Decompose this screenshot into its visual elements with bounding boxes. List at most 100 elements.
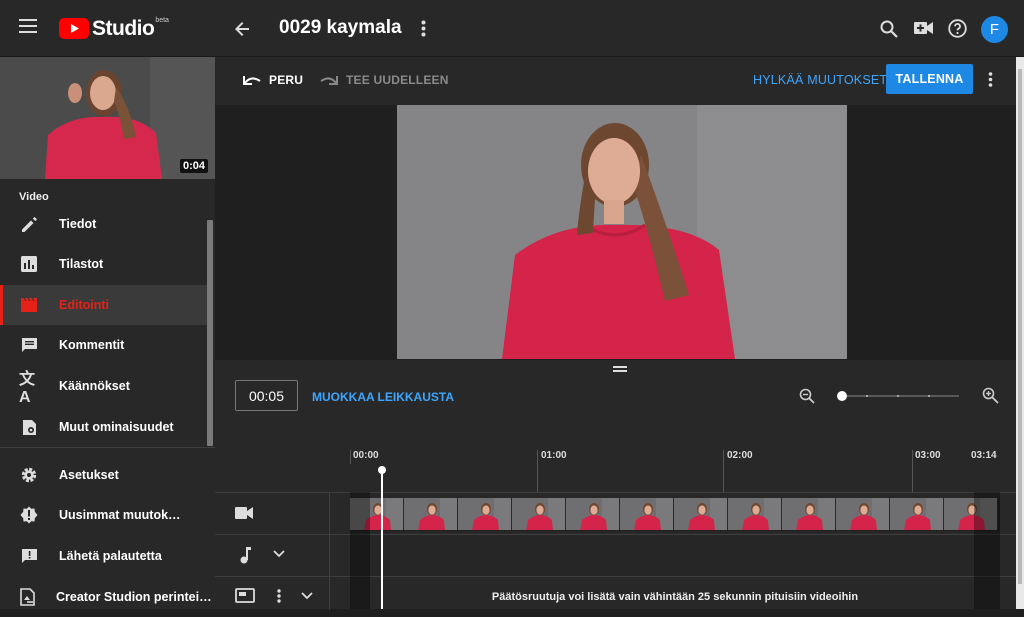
video-preview[interactable] (215, 105, 1016, 360)
track-header-divider (329, 493, 330, 535)
ruler-tick-label: 02:00 (727, 450, 753, 461)
sidebar-item-label: Asetukset (59, 468, 119, 482)
endscreen-expand-chevron-icon[interactable] (301, 592, 313, 600)
zoom-slider-thumb[interactable] (837, 391, 847, 401)
thumbnail-duration: 0:04 (179, 159, 208, 173)
redo-label: TEE UUDELLEEN (346, 73, 449, 87)
endscreen-icon[interactable] (235, 588, 255, 603)
filmstrip-frame (566, 498, 620, 530)
filmstrip-frame (728, 498, 782, 530)
top-app-bar: Studio beta 0029 kaymala F (0, 0, 1024, 57)
search-icon[interactable] (880, 20, 898, 38)
track-header-divider (329, 577, 330, 610)
filmstrip-frame (836, 498, 890, 530)
filmstrip-frame (512, 498, 566, 530)
sidebar-divider (0, 447, 215, 448)
video-thumbnail[interactable]: 0:04 (0, 57, 215, 179)
discard-changes-button[interactable]: HYLKÄÄ MUUTOKSET (753, 73, 887, 87)
youtube-logo-icon (59, 18, 89, 39)
page-title: 0029 kaymala (279, 17, 402, 38)
filmstrip-frame (458, 498, 512, 530)
filmstrip-frame (620, 498, 674, 530)
audio-track-lane[interactable] (350, 535, 1000, 577)
timeline-panel: 00:05 MUOKKAA LEIKKAUSTA 00:00 01:00 02:… (215, 360, 1016, 610)
video-filmstrip[interactable] (350, 498, 1000, 531)
feedback-icon (19, 546, 39, 566)
zoom-in-icon[interactable] (982, 387, 999, 404)
sidebar: 0:04 Video Tiedot Tilastot Editointi Kom… (0, 57, 215, 609)
comment-icon (19, 335, 39, 355)
endscreen-more-icon[interactable] (277, 589, 281, 603)
panel-resize-handle-icon[interactable] (613, 366, 627, 373)
sidebar-item-label: Tilastot (59, 257, 104, 271)
sidebar-item-uusimmat-muutokset[interactable]: Uusimmat muutok… (0, 495, 207, 535)
logo-badge: beta (155, 17, 169, 24)
sidebar-item-label: Editointi (59, 298, 109, 312)
sidebar-item-editointi[interactable]: Editointi (0, 285, 207, 325)
sidebar-item-kaannokset[interactable]: 文A Käännökset (0, 366, 207, 406)
playhead[interactable] (381, 470, 383, 609)
sidebar-item-tiedot[interactable]: Tiedot (0, 204, 207, 244)
create-video-icon[interactable] (914, 21, 933, 35)
editor-toolbar: PERU TEE UUDELLEEN HYLKÄÄ MUUTOKSET TALL… (215, 57, 1016, 105)
title-more-icon[interactable] (421, 20, 426, 37)
ruler-tick-mark (912, 450, 913, 492)
active-indicator (0, 285, 3, 325)
save-button[interactable]: TALLENNA (886, 64, 973, 94)
ruler-tick-mark (537, 450, 538, 492)
edit-trim-button[interactable]: MUOKKAA LEIKKAUSTA (312, 390, 454, 404)
music-note-icon[interactable] (239, 547, 251, 564)
studio-logo[interactable]: Studio beta (59, 17, 169, 39)
video-track-row (215, 492, 1016, 535)
help-icon[interactable] (948, 19, 967, 38)
current-time-value: 00:05 (248, 387, 285, 404)
endscreen-track-row: Päätösruutuja voi lisätä vain vähintään … (215, 576, 1016, 610)
filmstrip-frame (350, 498, 404, 530)
save-label: TALLENNA (895, 72, 964, 86)
ruler-tick-mark (350, 450, 351, 464)
current-time-field[interactable]: 00:05 (235, 380, 298, 411)
sidebar-item-tilastot[interactable]: Tilastot (0, 244, 207, 284)
translate-icon: 文A (19, 371, 35, 406)
analytics-icon (19, 254, 39, 274)
redo-button[interactable]: TEE UUDELLEEN (320, 73, 449, 87)
more-features-icon (19, 417, 39, 437)
sidebar-item-creator-studio-classic[interactable]: Creator Studion perintei… (0, 577, 212, 617)
page-scrollbar-track[interactable] (1016, 57, 1024, 609)
ruler-tick-mark (723, 450, 724, 492)
filmstrip-frame (404, 498, 458, 530)
back-arrow-icon[interactable] (234, 21, 250, 37)
video-frame (397, 105, 847, 359)
undo-icon (243, 75, 261, 85)
ruler-tick-label: 01:00 (541, 450, 567, 461)
zoom-slider[interactable] (837, 389, 960, 403)
video-track-icon (235, 507, 253, 519)
sidebar-item-laheta-palautetta[interactable]: Lähetä palautetta (0, 536, 207, 576)
undo-button[interactable]: PERU (243, 73, 303, 87)
avatar-letter: F (989, 21, 1000, 38)
ruler-tick-label: 03:00 (915, 450, 941, 461)
audio-expand-chevron-icon[interactable] (273, 550, 285, 558)
sidebar-item-label: Käännökset (59, 379, 130, 393)
sidebar-item-label: Lähetä palautetta (59, 549, 162, 563)
sidebar-item-label: Muut ominaisuudet (59, 420, 174, 434)
playhead-knob[interactable] (378, 466, 386, 474)
sidebar-item-label: Creator Studion perintei… (56, 590, 212, 604)
avatar[interactable]: F (981, 16, 1008, 43)
page-scrollbar-thumb[interactable] (1018, 69, 1022, 584)
sidebar-item-label: Kommentit (59, 338, 125, 352)
audio-track-row (215, 534, 1016, 577)
endscreen-notice: Päätösruutuja voi lisätä vain vähintään … (491, 591, 859, 603)
sidebar-item-kommentit[interactable]: Kommentit (0, 325, 207, 365)
track-header-divider (329, 535, 330, 577)
editor-more-icon[interactable] (988, 72, 993, 87)
hamburger-menu-icon[interactable] (19, 19, 37, 33)
filmstrip-frame (944, 498, 998, 530)
sidebar-item-asetukset[interactable]: Asetukset (0, 455, 207, 495)
filmstrip-frame (782, 498, 836, 530)
zoom-out-icon[interactable] (799, 388, 815, 404)
sidebar-item-label: Uusimmat muutok… (59, 508, 181, 522)
sidebar-item-muut-ominaisuudet[interactable]: Muut ominaisuudet (0, 407, 207, 447)
zoom-slider-track (837, 391, 959, 401)
sidebar-scrollbar[interactable] (207, 220, 213, 446)
